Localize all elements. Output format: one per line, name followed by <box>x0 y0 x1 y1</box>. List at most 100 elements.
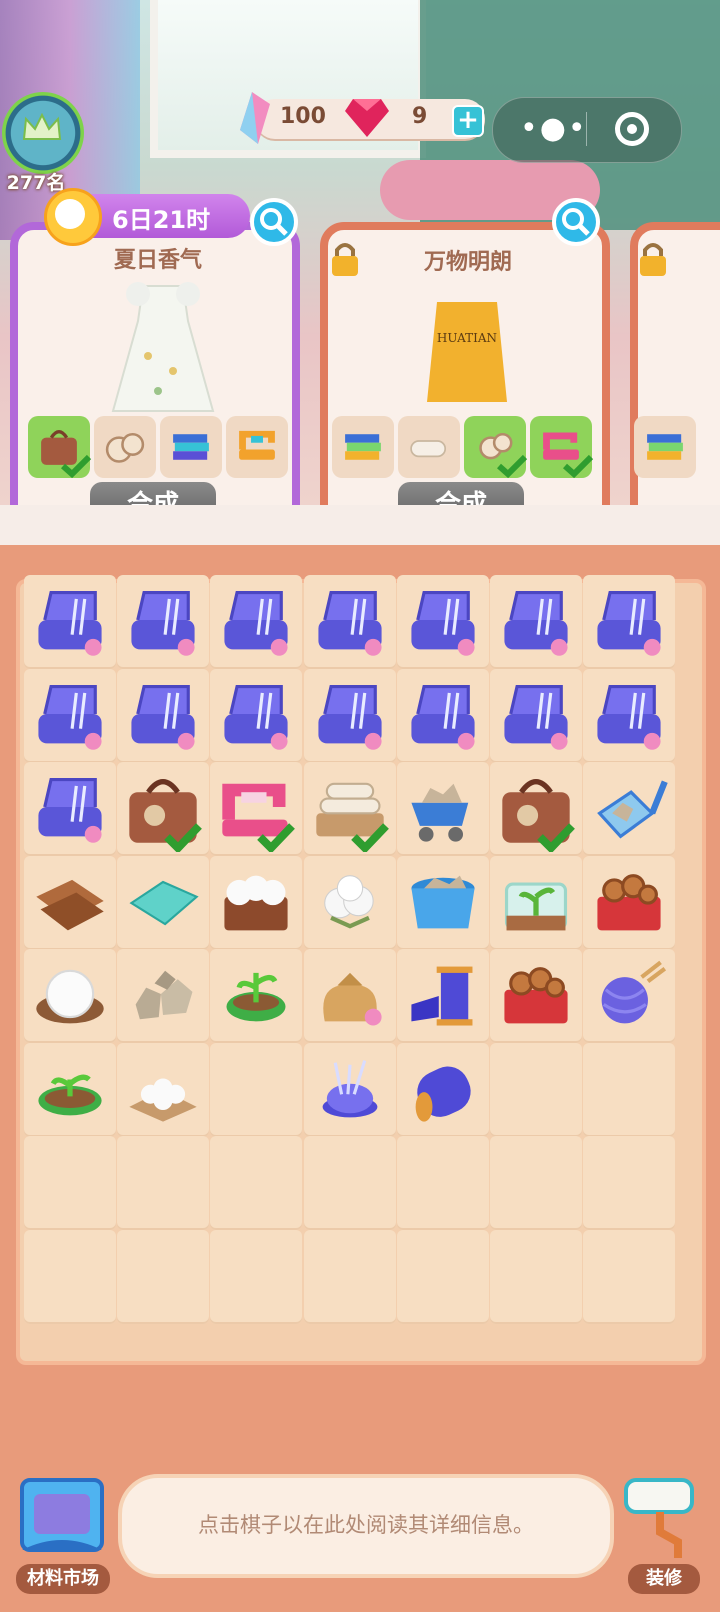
pincushion-icon[interactable] <box>310 1049 390 1129</box>
board-cell[interactable] <box>210 575 303 669</box>
sewing-box-icon[interactable] <box>123 581 203 661</box>
board-cell[interactable] <box>396 855 489 950</box>
decorate-label[interactable]: 装修 <box>628 1564 700 1594</box>
board-cell[interactable] <box>583 762 676 856</box>
board-cell[interactable] <box>24 575 116 669</box>
board-cell[interactable] <box>210 762 303 856</box>
cotton-pile-icon[interactable] <box>123 1049 203 1129</box>
requirement-2[interactable] <box>94 416 156 478</box>
sewing-box-icon[interactable] <box>216 675 296 755</box>
board-cell[interactable] <box>583 855 676 950</box>
sprout-pot-icon[interactable] <box>216 955 296 1035</box>
board-cell[interactable] <box>24 1136 116 1230</box>
requirement-4[interactable] <box>226 416 288 478</box>
sewing-box-icon[interactable] <box>123 675 203 755</box>
sewing-box-icon[interactable] <box>310 581 390 661</box>
board-cell[interactable] <box>583 949 676 1043</box>
board-cell[interactable] <box>490 855 582 950</box>
board-cell[interactable] <box>396 575 489 669</box>
board-cell[interactable] <box>117 855 210 950</box>
board-cell[interactable] <box>583 668 676 763</box>
wood-planks-icon[interactable] <box>30 862 110 942</box>
stone-bucket-icon[interactable] <box>403 862 483 942</box>
board-cell[interactable] <box>24 949 116 1043</box>
board-cell[interactable] <box>490 1229 582 1324</box>
search-icon[interactable] <box>552 198 600 246</box>
board-cell[interactable] <box>490 949 582 1043</box>
wood-chest-icon[interactable] <box>589 862 669 942</box>
board-cell[interactable] <box>396 1229 489 1324</box>
sprout-dish-icon[interactable] <box>30 1049 110 1129</box>
board-cell[interactable] <box>210 1136 303 1230</box>
close-miniprogram-icon[interactable] <box>615 112 649 146</box>
paint-roller-icon[interactable] <box>620 1470 700 1560</box>
stone-cart-icon[interactable] <box>403 768 483 848</box>
board-cell[interactable] <box>24 855 116 950</box>
board-cell[interactable] <box>396 1042 489 1137</box>
board-cell[interactable] <box>490 1042 582 1137</box>
sewing-box-icon[interactable] <box>310 675 390 755</box>
requirement-1[interactable] <box>332 416 394 478</box>
requirement-1[interactable] <box>634 416 696 478</box>
cotton-ball-icon[interactable] <box>310 862 390 942</box>
board-cell[interactable] <box>117 575 210 669</box>
sewing-box-icon[interactable] <box>589 675 669 755</box>
board-cell[interactable] <box>490 762 582 856</box>
order-card-3[interactable] <box>630 222 720 542</box>
requirement-3[interactable] <box>160 416 222 478</box>
seed-bag-icon[interactable] <box>310 955 390 1035</box>
board-cell[interactable] <box>210 1229 303 1324</box>
board-cell[interactable] <box>24 762 116 856</box>
add-gems-button[interactable]: + <box>452 105 484 137</box>
board-cell[interactable] <box>583 1229 676 1324</box>
wood-chest-icon[interactable] <box>496 955 576 1035</box>
board-cell[interactable] <box>396 949 489 1043</box>
board-cell[interactable] <box>210 855 303 950</box>
board-cell[interactable] <box>117 1136 210 1230</box>
sprout-terrarium-icon[interactable] <box>496 862 576 942</box>
board-cell[interactable] <box>117 1229 210 1324</box>
board-cell[interactable] <box>583 1136 676 1230</box>
board-cell[interactable] <box>24 1229 116 1324</box>
board-cell[interactable] <box>303 949 396 1043</box>
order-card-1[interactable]: 夏日香气 合成 <box>10 222 300 542</box>
sewing-box-icon[interactable] <box>216 581 296 661</box>
search-icon[interactable] <box>250 198 298 246</box>
board-cell[interactable] <box>583 1042 676 1137</box>
board-cell[interactable] <box>583 575 676 669</box>
board-cell[interactable] <box>303 762 396 856</box>
board-cell[interactable] <box>303 1229 396 1324</box>
cotton-basket-icon[interactable] <box>30 955 110 1035</box>
board-cell[interactable] <box>117 949 210 1043</box>
board-cell[interactable] <box>303 668 396 763</box>
board-cell[interactable] <box>117 762 210 856</box>
yarn-ball-icon[interactable] <box>589 955 669 1035</box>
thread-spool-icon[interactable] <box>403 955 483 1035</box>
requirement-3[interactable] <box>464 416 528 478</box>
sewing-box-icon[interactable] <box>496 675 576 755</box>
sewing-box-icon[interactable] <box>30 581 110 661</box>
board-cell[interactable] <box>490 1136 582 1230</box>
order-card-2[interactable]: 万物明朗 HUATIAN 合成 <box>320 222 610 542</box>
board-cell[interactable] <box>210 668 303 763</box>
board-cell[interactable] <box>303 575 396 669</box>
material-market-icon[interactable] <box>12 1470 112 1560</box>
board-cell[interactable] <box>490 668 582 763</box>
board-cell[interactable] <box>303 1136 396 1230</box>
requirement-1[interactable] <box>28 416 92 478</box>
board-cell[interactable] <box>396 1136 489 1230</box>
sewing-box-icon[interactable] <box>589 581 669 661</box>
board-cell[interactable] <box>303 1042 396 1137</box>
board-cell[interactable] <box>490 575 582 669</box>
cotton-crate-icon[interactable] <box>216 862 296 942</box>
board-cell[interactable] <box>210 949 303 1043</box>
board-cell[interactable] <box>117 668 210 763</box>
requirement-2[interactable] <box>398 416 460 478</box>
sewing-box-icon[interactable] <box>403 675 483 755</box>
requirement-4[interactable] <box>530 416 594 478</box>
stone-scoop-icon[interactable] <box>589 768 669 848</box>
sewing-box-icon[interactable] <box>30 675 110 755</box>
fabric-cloth-icon[interactable] <box>123 862 203 942</box>
board-cell[interactable] <box>396 668 489 763</box>
board-cell[interactable] <box>117 1042 210 1137</box>
